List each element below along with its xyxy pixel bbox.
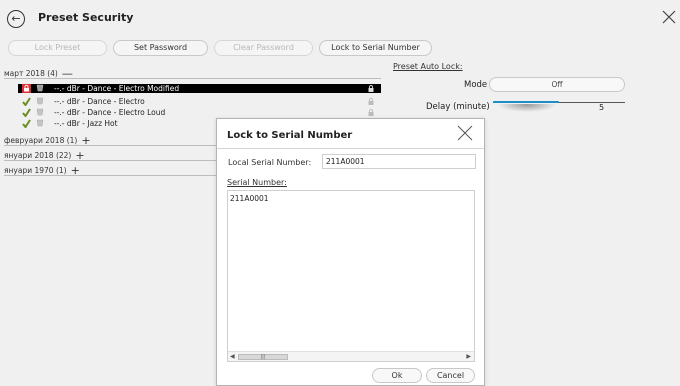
mode-label: Mode: [464, 80, 488, 90]
serial-number-value: 211A0001: [230, 194, 269, 203]
padlock-icon[interactable]: [368, 98, 374, 105]
preset-row[interactable]: --.- dBr - Dance - Electro: [18, 97, 381, 106]
cancel-button[interactable]: Cancel: [426, 368, 475, 383]
scroll-left-icon[interactable]: ◀: [230, 353, 235, 360]
preset-check-icon: [22, 97, 31, 106]
preset-shield-icon: [36, 119, 44, 127]
scroll-right-icon[interactable]: ▶: [466, 353, 471, 360]
preset-lock-red-icon: [22, 84, 31, 93]
local-serial-label: Local Serial Number:: [228, 158, 312, 167]
preset-check-icon: [22, 119, 31, 128]
slider-thumb[interactable]: [497, 104, 557, 112]
clear-password-button[interactable]: Clear Password: [214, 40, 313, 56]
local-serial-field[interactable]: 211A0001: [322, 154, 476, 169]
expand-icon[interactable]: +: [75, 149, 84, 162]
collapse-icon[interactable]: —: [62, 67, 73, 80]
title-bar: ← Preset Security: [0, 0, 680, 36]
set-password-button[interactable]: Set Password: [113, 40, 208, 56]
delay-slider[interactable]: [493, 100, 625, 114]
delay-label: Delay (minute): [426, 102, 490, 112]
padlock-icon[interactable]: [368, 85, 374, 92]
preset-shield-icon: [36, 97, 44, 105]
close-icon[interactable]: [661, 9, 677, 25]
preset-name: --.- dBr - Dance - Electro: [54, 97, 145, 106]
group-label: февруари 2018 (1): [4, 136, 78, 145]
lock-preset-button[interactable]: Lock Preset: [8, 40, 107, 56]
expand-icon[interactable]: +: [71, 164, 80, 177]
slider-fill: [493, 101, 559, 103]
lock-to-serial-dialog: Lock to Serial Number Local Serial Numbe…: [216, 118, 485, 386]
delay-value: 5: [599, 103, 605, 112]
horizontal-scrollbar[interactable]: ◀ ||| ▶: [228, 351, 474, 361]
preset-name: --.- dBr - Dance - Electro Modified: [54, 84, 180, 93]
padlock-icon[interactable]: [368, 109, 374, 116]
group-label: март 2018 (4): [4, 69, 58, 78]
preset-row[interactable]: --.- dBr - Dance - Electro Modified: [18, 84, 381, 93]
auto-lock-title: Preset Auto Lock:: [393, 62, 463, 71]
scrollbar-thumb[interactable]: |||: [238, 354, 288, 360]
preset-shield-icon: [36, 84, 44, 92]
preset-row[interactable]: --.- dBr - Dance - Electro Loud: [18, 108, 381, 117]
preset-name: --.- dBr - Dance - Electro Loud: [54, 108, 166, 117]
back-arrow-icon[interactable]: ←: [7, 10, 25, 28]
preset-shield-icon: [36, 108, 44, 116]
group-header[interactable]: март 2018 (4) —: [4, 67, 381, 80]
preset-check-icon: [22, 108, 31, 117]
group-label: януари 2018 (22): [4, 151, 72, 160]
auto-lock-panel: Preset Auto Lock: Mode Off Delay (minute…: [393, 62, 680, 122]
serial-number-label: Serial Number:: [227, 178, 287, 187]
serial-number-textarea[interactable]: 211A0001 ◀ ||| ▶: [227, 190, 475, 362]
ok-button[interactable]: Ok: [372, 368, 422, 383]
group-label: януари 1970 (1): [4, 166, 67, 175]
lock-to-serial-button[interactable]: Lock to Serial Number: [319, 40, 432, 56]
mode-dropdown[interactable]: Off: [489, 77, 625, 92]
dialog-title: Lock to Serial Number: [227, 130, 353, 141]
divider: [217, 148, 484, 149]
expand-icon[interactable]: +: [81, 134, 90, 147]
window-title: Preset Security: [38, 11, 134, 24]
preset-name: --.- dBr - Jazz Hot: [54, 119, 118, 128]
close-icon[interactable]: [456, 124, 474, 142]
